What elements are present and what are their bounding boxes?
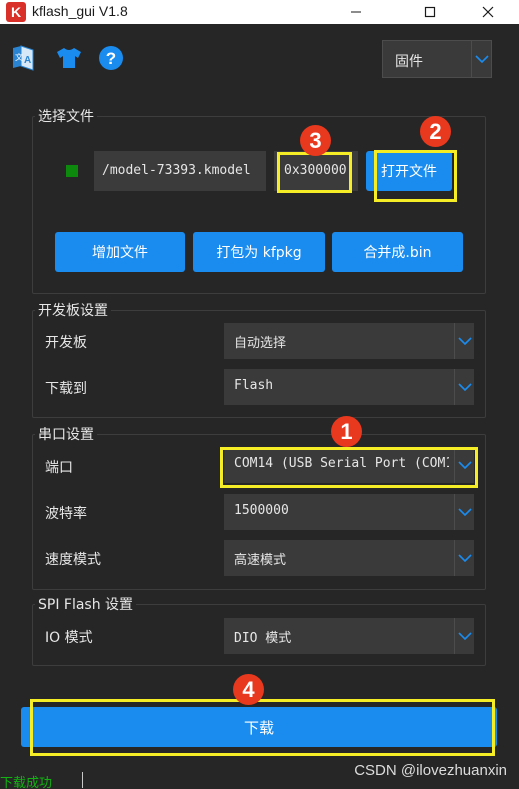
pack-kfpkg-button[interactable]: 打包为 kfpkg — [193, 232, 325, 272]
svg-text:A: A — [24, 55, 31, 66]
chevron-down-icon[interactable] — [454, 540, 474, 576]
chevron-down-icon[interactable] — [454, 494, 474, 530]
highlight-box-download — [30, 699, 495, 756]
board-group-title: 开发板设置 — [35, 300, 111, 320]
baud-label: 波特率 — [45, 506, 87, 522]
file-status-indicator — [66, 165, 78, 177]
window-title: kflash_gui V1.8 — [32, 3, 128, 19]
board-label: 开发板 — [45, 335, 87, 351]
baud-select-value: 1500000 — [234, 503, 289, 518]
minimize-icon — [351, 11, 361, 13]
close-button[interactable] — [465, 0, 511, 24]
file-path-field[interactable]: /model-73393.kmodel — [94, 151, 266, 191]
svg-text:?: ? — [106, 49, 116, 68]
firmware-select-value: 固件 — [395, 54, 423, 70]
svg-text:文: 文 — [15, 52, 23, 62]
help-icon[interactable]: ? — [97, 44, 125, 72]
theme-shirt-icon[interactable] — [55, 44, 83, 72]
status-text: 下载成功 — [0, 776, 53, 789]
watermark: CSDN @ilovezhuanxin — [354, 762, 507, 779]
title-bar: K kflash_gui V1.8 — [0, 0, 519, 24]
highlight-box-address — [277, 152, 352, 193]
app-logo: K — [6, 2, 26, 22]
io-mode-label: IO 模式 — [45, 630, 93, 646]
baud-select[interactable]: 1500000 — [224, 494, 474, 530]
status-separator — [82, 772, 83, 788]
step-badge-3: 3 — [300, 125, 331, 156]
download-to-label: 下载到 — [45, 381, 87, 397]
board-select-value: 自动选择 — [234, 336, 287, 351]
chevron-down-icon[interactable] — [454, 618, 474, 654]
download-to-select[interactable]: Flash — [224, 369, 474, 405]
board-select[interactable]: 自动选择 — [224, 323, 474, 359]
chevron-down-icon[interactable] — [471, 41, 491, 77]
port-label: 端口 — [45, 460, 73, 476]
serial-group-title: 串口设置 — [35, 424, 97, 444]
step-badge-4: 4 — [233, 674, 264, 705]
maximize-button[interactable] — [407, 0, 453, 24]
close-icon — [482, 6, 494, 18]
step-badge-2: 2 — [420, 116, 451, 147]
highlight-box-open-file — [374, 150, 457, 202]
highlight-box-port — [220, 447, 478, 488]
minimize-button[interactable] — [333, 0, 379, 24]
speed-mode-label: 速度模式 — [45, 552, 101, 568]
firmware-select[interactable]: 固件 — [382, 40, 492, 78]
maximize-icon — [424, 6, 436, 18]
merge-bin-button[interactable]: 合并成.bin — [332, 232, 463, 272]
spi-group-title: SPI Flash 设置 — [35, 594, 137, 614]
language-icon[interactable]: 文 A — [9, 44, 37, 72]
speed-mode-select[interactable]: 高速模式 — [224, 540, 474, 576]
add-file-button[interactable]: 增加文件 — [55, 232, 185, 272]
step-badge-1: 1 — [331, 416, 362, 447]
file-group-title: 选择文件 — [35, 106, 97, 126]
chevron-down-icon[interactable] — [454, 369, 474, 405]
io-mode-select[interactable]: DIO 模式 — [224, 618, 474, 654]
download-to-select-value: Flash — [234, 378, 274, 393]
chevron-down-icon[interactable] — [454, 323, 474, 359]
speed-mode-select-value: 高速模式 — [234, 553, 287, 568]
io-mode-select-value: DIO 模式 — [234, 631, 292, 646]
